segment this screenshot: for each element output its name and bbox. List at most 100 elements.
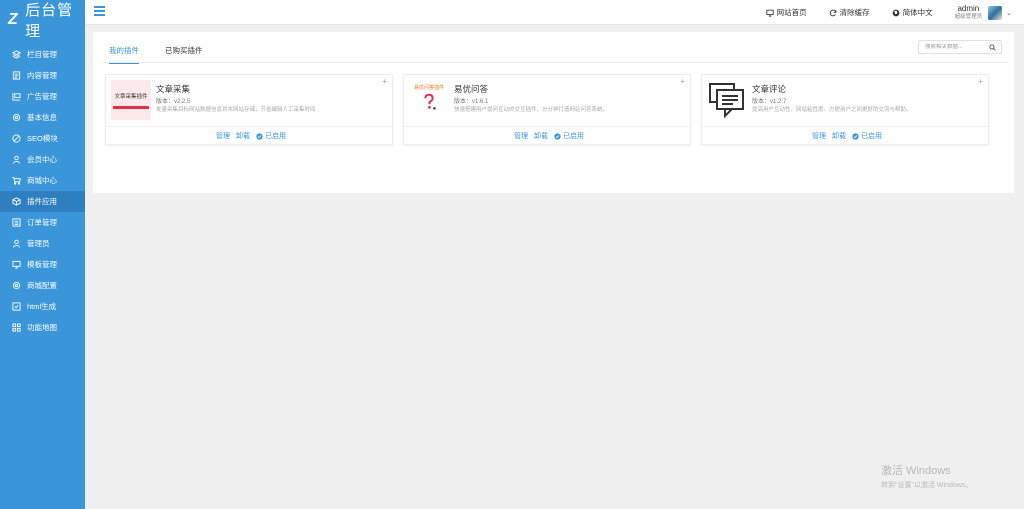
- chevron-down-icon[interactable]: ⌄: [1006, 9, 1012, 17]
- watermark-title: 激活 Windows: [881, 465, 951, 477]
- uninstall-link[interactable]: 卸载: [534, 131, 548, 141]
- sidebar-item-label: SEO模块: [27, 134, 58, 143]
- plus-icon[interactable]: +: [382, 77, 387, 86]
- sidebar-item-columns[interactable]: 栏目管理: [0, 44, 85, 65]
- language-link[interactable]: 简体中文: [892, 7, 933, 18]
- menu-toggle-icon[interactable]: [94, 6, 105, 17]
- enabled-status[interactable]: 已启用: [852, 131, 882, 141]
- thumb-label: 文章采集插件: [114, 93, 148, 100]
- monitor-icon: [12, 260, 21, 269]
- sidebar-item-label: 广告管理: [27, 92, 57, 101]
- plugin-thumbnail: 易优问答插件: [409, 80, 449, 120]
- grid-icon: [12, 323, 21, 332]
- plugin-title: 文章评论: [752, 84, 787, 94]
- cart-icon: [12, 176, 21, 185]
- plugin-version: 版本：v1.2.7: [752, 99, 787, 105]
- globe-icon: [892, 9, 899, 16]
- logo[interactable]: Z 后台管理: [0, 0, 85, 40]
- sidebar-item-label: 栏目管理: [27, 50, 57, 59]
- plugin-actions: 管理 卸载 已启用: [210, 131, 286, 141]
- home-link[interactable]: 网站首页: [765, 7, 807, 18]
- user-icon: [12, 155, 21, 164]
- sidebar-item-label: 基本信息: [27, 113, 57, 122]
- user-menu[interactable]: admin 超级管理员 ⌄: [954, 3, 1012, 21]
- monitor-icon: [765, 9, 774, 17]
- logo-mark-icon: Z: [8, 11, 19, 28]
- card-divider: [106, 126, 392, 127]
- clear-cache-link[interactable]: 清除缓存: [829, 7, 870, 18]
- ban-icon: [12, 134, 21, 143]
- plugin-card-comments: + 文章评论 版本：v1.2.7 提高用户互动性、网站粘性度、方便用户之间更好的…: [701, 74, 989, 145]
- card-divider: [702, 126, 988, 127]
- sidebar-item-content[interactable]: 内容管理: [0, 65, 85, 86]
- thumb-label: 易优问答插件: [413, 85, 444, 91]
- user-text: admin 超级管理员: [954, 3, 983, 21]
- tab-divider: [103, 62, 1008, 63]
- plugin-title: 易优问答: [454, 84, 489, 94]
- plugin-title: 文章采集: [156, 84, 191, 94]
- uninstall-link[interactable]: 卸载: [236, 131, 250, 141]
- enabled-status[interactable]: 已启用: [554, 131, 584, 141]
- layers-icon: [12, 50, 21, 59]
- plugin-card-qa: + 易优问答插件 易优问答 版本：v1.6.1 快速搭建用户提问互动的交互插件，…: [403, 74, 691, 145]
- sidebar-item-plugins[interactable]: 插件应用: [0, 191, 85, 212]
- plugin-thumbnail: [707, 80, 747, 120]
- watermark-subtitle: 转到"设置"以激活 Windows。: [881, 482, 973, 489]
- check-square-icon: [12, 302, 21, 311]
- sidebar-item-orders[interactable]: 订单管理: [0, 212, 85, 233]
- plugin-actions: 管理 卸载 已启用: [508, 131, 584, 141]
- search-input[interactable]: [925, 44, 987, 50]
- plugin-description: 快速搭建用户提问互动的交互插件，分分钟打造网站问答系统。: [454, 107, 609, 113]
- sidebar-item-templates[interactable]: 模板管理: [0, 254, 85, 275]
- uninstall-link[interactable]: 卸载: [832, 131, 846, 141]
- sidebar-item-label: 管理员: [27, 239, 50, 248]
- plugin-version: 版本：v2.2.5: [156, 99, 191, 105]
- language-label: 简体中文: [902, 8, 933, 17]
- sidebar-item-label: 功能地图: [27, 323, 57, 332]
- top-bar: 网站首页 清除缓存 简体中文 admin 超级管理员 ⌄: [85, 0, 1024, 25]
- sidebar-item-basic-info[interactable]: 基本信息: [0, 107, 85, 128]
- sidebar-item-feature-map[interactable]: 功能地图: [0, 317, 85, 338]
- refresh-icon: [829, 9, 836, 16]
- user-role: 超级管理员: [954, 13, 983, 20]
- admin-icon: [12, 239, 21, 248]
- windows-activation-watermark: 激活 Windows 转到"设置"以激活 Windows。: [881, 462, 972, 490]
- manage-link[interactable]: 管理: [812, 131, 826, 141]
- plus-icon[interactable]: +: [978, 77, 983, 86]
- home-link-label: 网站首页: [776, 8, 807, 17]
- card-divider: [404, 126, 690, 127]
- avatar[interactable]: [988, 5, 1003, 20]
- sidebar-item-admins[interactable]: 管理员: [0, 233, 85, 254]
- app-title: 后台管理: [25, 2, 74, 40]
- enabled-status[interactable]: 已启用: [256, 131, 286, 141]
- sidebar-item-mall[interactable]: 商城中心: [0, 170, 85, 191]
- plugin-thumbnail: 文章采集插件: [111, 80, 151, 120]
- clear-cache-label: 清除缓存: [839, 8, 870, 17]
- check-circle-icon: [256, 132, 263, 140]
- sidebar-item-ads[interactable]: 广告管理: [0, 86, 85, 107]
- sidebar-item-members[interactable]: 会员中心: [0, 149, 85, 170]
- question-mark-icon: [424, 93, 436, 110]
- user-name: admin: [957, 3, 980, 13]
- sidebar-item-label: 插件应用: [27, 197, 57, 206]
- sidebar-item-seo[interactable]: SEO模块: [0, 128, 85, 149]
- comment-icon: [709, 83, 744, 119]
- plugins-panel: 我的插件 已购买插件 + 文章采集插件 文章采集 版本：v2.2.5 批量采集目…: [93, 32, 1014, 193]
- manage-link[interactable]: 管理: [514, 131, 528, 141]
- billboard-icon: [12, 92, 21, 101]
- plugin-actions: 管理 卸载 已启用: [806, 131, 882, 141]
- manage-link[interactable]: 管理: [216, 131, 230, 141]
- plugin-version: 版本：v1.6.1: [454, 99, 489, 105]
- plugin-card-article-collect: + 文章采集插件 文章采集 版本：v2.2.5 批量采集目标网站数据信息到本网站…: [105, 74, 393, 145]
- enabled-label: 已启用: [861, 133, 882, 140]
- sidebar-item-mall-config[interactable]: 商城配置: [0, 275, 85, 296]
- search-icon[interactable]: [989, 44, 996, 51]
- top-links: 网站首页 清除缓存 简体中文 admin 超级管理员 ⌄: [744, 0, 1012, 25]
- document-icon: [12, 71, 21, 80]
- sidebar-item-label: 商城配置: [27, 281, 57, 290]
- sidebar-item-html-generate[interactable]: html生成: [0, 296, 85, 317]
- enabled-label: 已启用: [265, 133, 286, 140]
- sidebar: Z 后台管理 栏目管理 内容管理 广告管理 基本信息 SEO模块 会员中心 商城…: [0, 0, 85, 509]
- sidebar-nav: 栏目管理 内容管理 广告管理 基本信息 SEO模块 会员中心 商城中心 插件应用…: [0, 44, 85, 338]
- plus-icon[interactable]: +: [680, 77, 685, 86]
